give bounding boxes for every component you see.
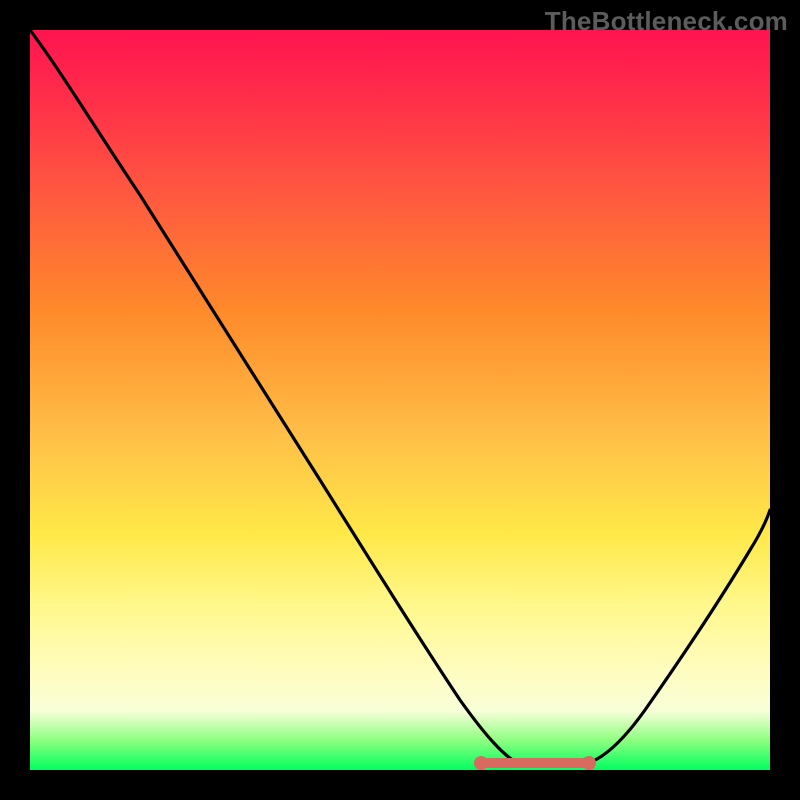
bottleneck-curve bbox=[30, 30, 770, 770]
chart-container: TheBottleneck.com bbox=[0, 0, 800, 800]
optimal-right-dot bbox=[582, 756, 596, 770]
optimal-left-dot bbox=[474, 756, 488, 770]
optimal-range-marker bbox=[480, 758, 590, 768]
plot-area bbox=[30, 30, 770, 770]
curve-path bbox=[30, 30, 770, 764]
